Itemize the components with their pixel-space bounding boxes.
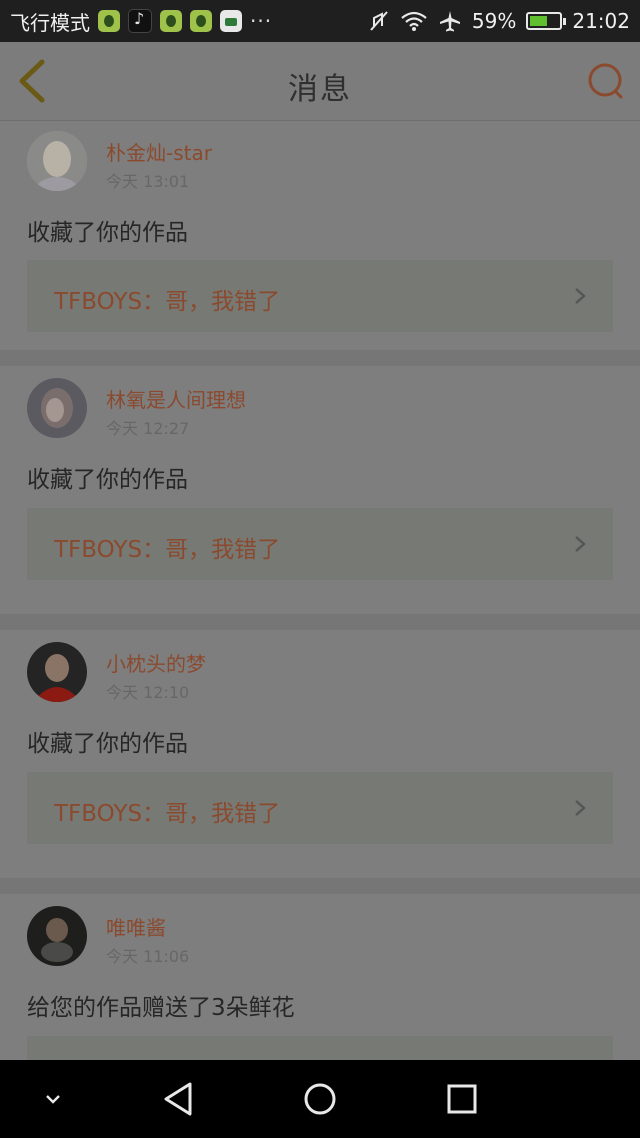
search-button[interactable] bbox=[586, 62, 626, 102]
app-notification-icon bbox=[160, 10, 182, 32]
message-action: 收藏了你的作品 bbox=[27, 220, 188, 246]
airplane-icon bbox=[439, 11, 460, 32]
avatar[interactable] bbox=[27, 131, 87, 191]
work-title: TFBOYS：哥，我错了 bbox=[54, 801, 281, 827]
message-time: 今天 11:06 bbox=[106, 947, 190, 966]
message-time: 今天 12:27 bbox=[106, 419, 190, 438]
message-card: 唯唯酱 今天 11:06 给您的作品赠送了3朵鲜花 bbox=[0, 894, 640, 1060]
app-notification-icon bbox=[190, 10, 212, 32]
back-nav-button[interactable] bbox=[154, 1060, 202, 1138]
sender-name[interactable]: 林氧是人间理想 bbox=[106, 384, 246, 413]
app-header: 消息 bbox=[0, 42, 640, 121]
avatar-image bbox=[27, 906, 87, 966]
battery-fill bbox=[530, 16, 548, 26]
avatar[interactable] bbox=[27, 642, 87, 702]
circle-home-icon bbox=[304, 1083, 336, 1115]
sender-name[interactable]: 唯唯酱 bbox=[106, 912, 166, 941]
sender-name[interactable]: 小枕头的梦 bbox=[106, 648, 206, 677]
work-link[interactable]: TFBOYS：哥，我错了 bbox=[27, 772, 613, 844]
square-recents-icon bbox=[447, 1084, 477, 1114]
message-action: 收藏了你的作品 bbox=[27, 467, 188, 493]
silent-icon bbox=[370, 11, 388, 31]
chevron-right-icon bbox=[575, 536, 586, 552]
message-card: 林氧是人间理想 今天 12:27 收藏了你的作品 TFBOYS：哥，我错了 bbox=[0, 366, 640, 614]
message-list[interactable]: 朴金灿-star 今天 13:01 收藏了你的作品 TFBOYS：哥，我错了 林… bbox=[0, 121, 640, 1060]
page-title: 消息 bbox=[288, 72, 352, 107]
status-left: 飞行模式 ··· bbox=[10, 0, 272, 42]
clock: 21:02 bbox=[572, 9, 630, 33]
app-notification-icon bbox=[98, 10, 120, 32]
chevron-down-icon bbox=[46, 1095, 60, 1104]
message-time: 今天 13:01 bbox=[106, 172, 190, 191]
message-time: 今天 12:10 bbox=[106, 683, 190, 702]
triangle-back-icon bbox=[164, 1082, 192, 1116]
battery-icon bbox=[526, 12, 567, 30]
status-bar: 飞行模式 ··· 59% 21:02 bbox=[0, 0, 640, 42]
avatar[interactable] bbox=[27, 906, 87, 966]
battery-percent: 59% bbox=[471, 9, 517, 33]
work-link[interactable]: TFBOYS：哥，我错了 bbox=[27, 508, 613, 580]
work-title: TFBOYS：哥，我错了 bbox=[54, 289, 281, 315]
search-icon bbox=[588, 63, 623, 99]
divider bbox=[0, 614, 640, 630]
wifi-icon bbox=[401, 11, 427, 31]
status-right: 59% 21:02 bbox=[368, 0, 630, 42]
chevron-right-icon bbox=[575, 288, 586, 304]
avatar[interactable] bbox=[27, 378, 87, 438]
message-card: 朴金灿-star 今天 13:01 收藏了你的作品 TFBOYS：哥，我错了 bbox=[0, 121, 640, 350]
airplane-mode-label: 飞行模式 bbox=[10, 10, 90, 35]
work-link[interactable]: TFBOYS：哥，我错了 bbox=[27, 260, 613, 332]
message-card: 小枕头的梦 今天 12:10 收藏了你的作品 TFBOYS：哥，我错了 bbox=[0, 630, 640, 878]
chevron-right-icon bbox=[575, 800, 586, 816]
hide-keyboard-button[interactable] bbox=[30, 1060, 76, 1138]
avatar-image bbox=[27, 131, 87, 191]
navigation-bar bbox=[0, 1060, 640, 1138]
work-title: TFBOYS：哥，我错了 bbox=[54, 537, 281, 563]
work-link[interactable] bbox=[27, 1036, 613, 1060]
more-notifications-icon: ··· bbox=[250, 9, 273, 33]
camera-app-notification-icon bbox=[220, 10, 242, 32]
divider bbox=[0, 350, 640, 366]
recents-nav-button[interactable] bbox=[440, 1060, 484, 1138]
sender-name[interactable]: 朴金灿-star bbox=[106, 137, 212, 166]
tiktok-notification-icon bbox=[128, 9, 152, 33]
avatar-image bbox=[27, 642, 87, 702]
home-nav-button[interactable] bbox=[298, 1060, 342, 1138]
message-action: 收藏了你的作品 bbox=[27, 731, 188, 757]
divider bbox=[0, 878, 640, 894]
message-action: 给您的作品赠送了3朵鲜花 bbox=[27, 995, 295, 1021]
avatar-image bbox=[27, 378, 87, 438]
